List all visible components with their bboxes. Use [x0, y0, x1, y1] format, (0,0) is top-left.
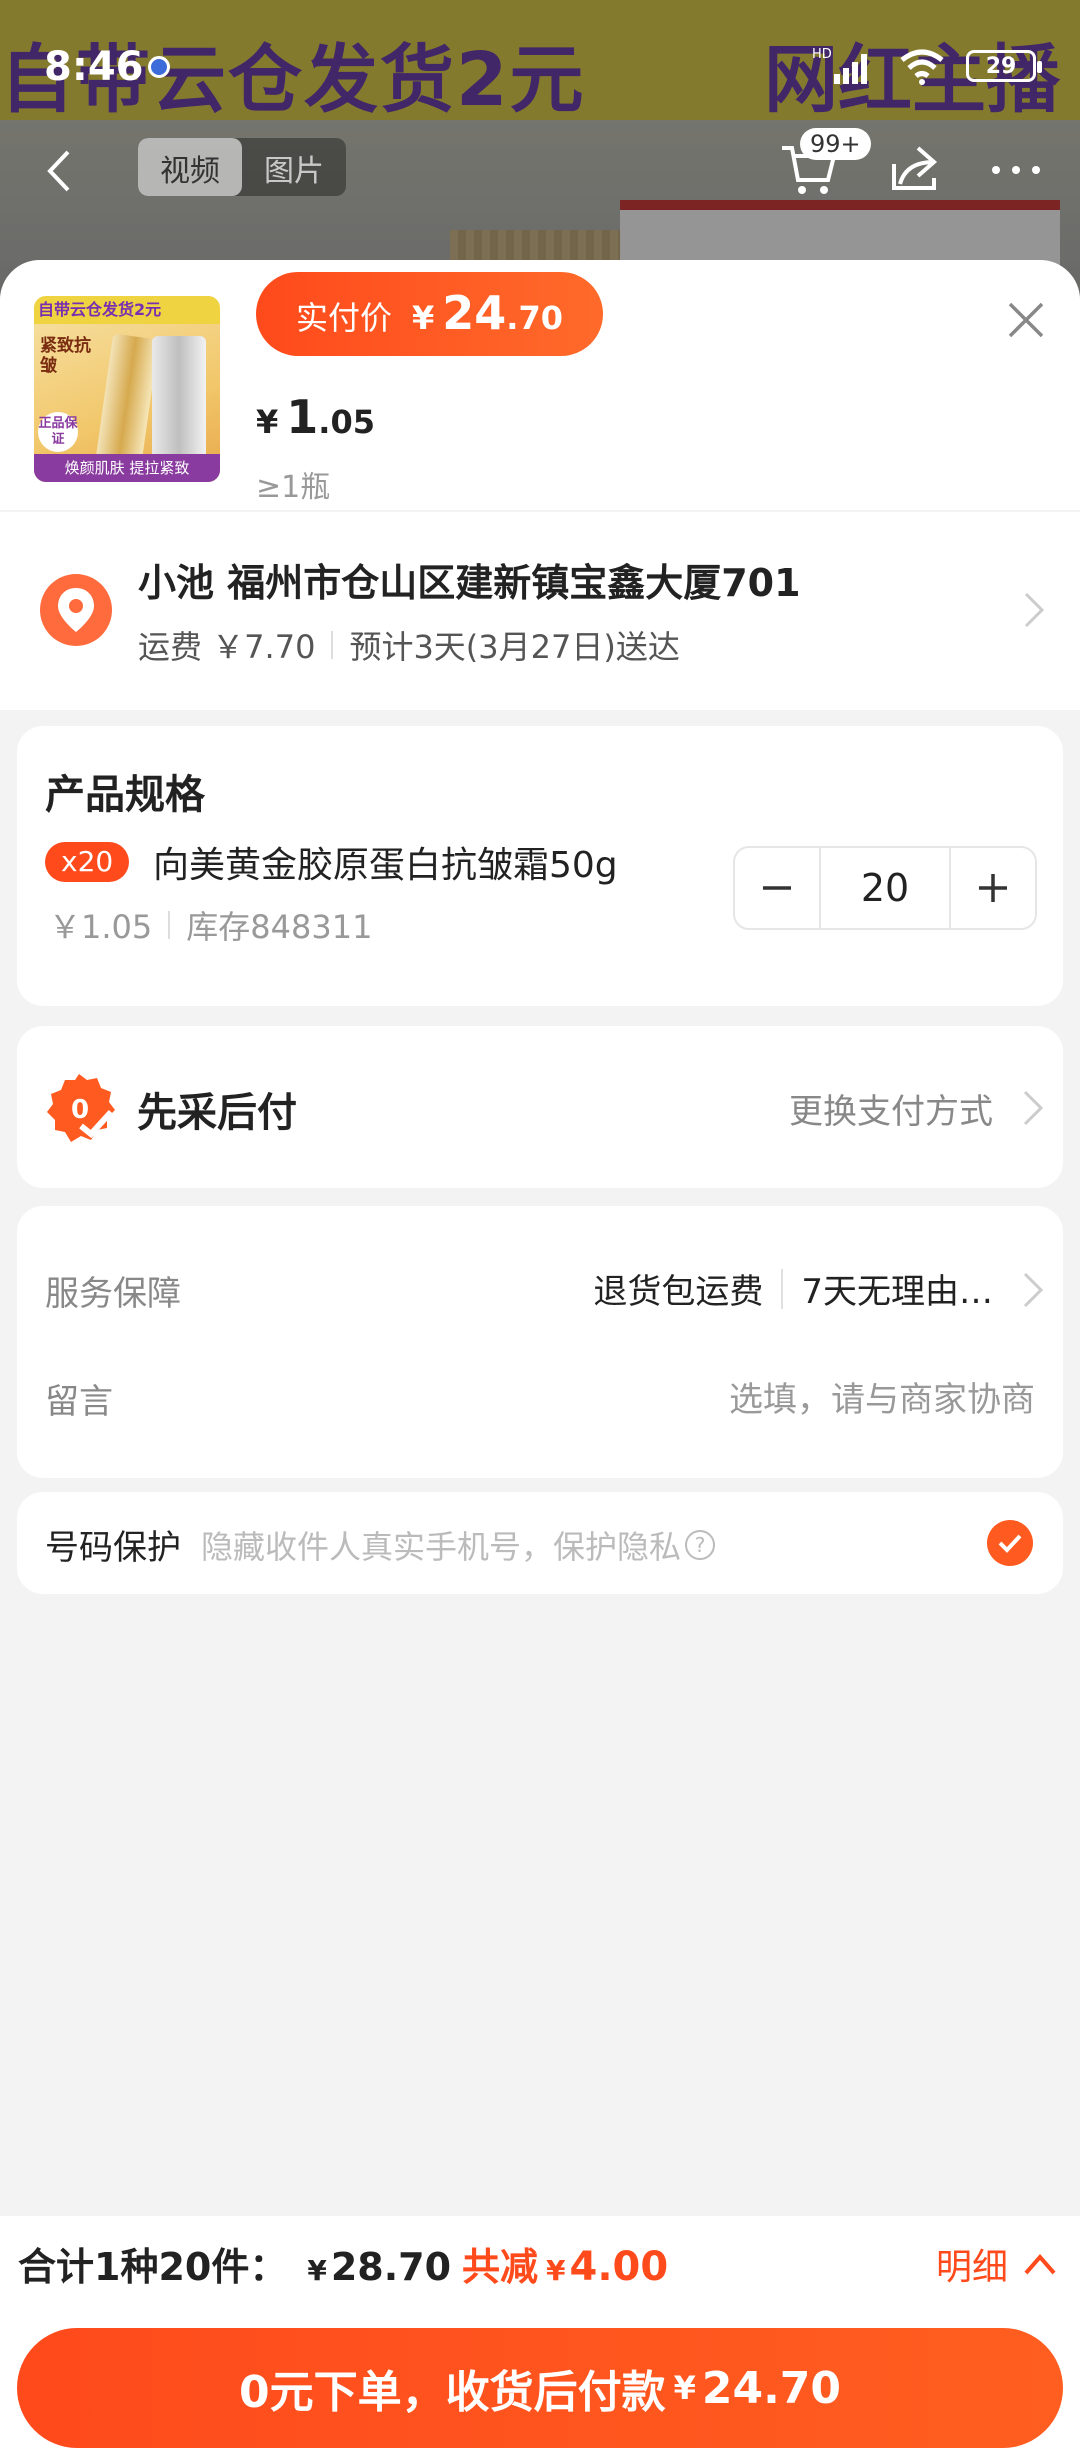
- actual-price-symbol: ¥: [412, 299, 435, 337]
- more-icon[interactable]: [988, 150, 1044, 190]
- actual-price-label: 实付价: [296, 299, 393, 337]
- payment-title: 先采后付: [137, 1090, 297, 1136]
- spec-name: 向美黄金胶原蛋白抗皱霜50g: [153, 845, 618, 886]
- status-time: 8:46: [44, 44, 144, 90]
- chevron-up-icon: [1024, 2253, 1056, 2275]
- address-row[interactable]: 小池 福州市仓山区建新镇宝鑫大厦701 运费 ￥7.70 预计3天(3月27日)…: [0, 510, 1080, 710]
- signal-icon: HD: [812, 47, 867, 84]
- detail-label: 明细: [935, 2247, 1008, 2288]
- min-quantity: ≥1瓶: [256, 470, 331, 505]
- unit-price-int: 1: [286, 390, 319, 444]
- privacy-card: 号码保护 隐藏收件人真实手机号，保护隐私 ?: [17, 1492, 1063, 1594]
- tab-images[interactable]: 图片: [242, 138, 346, 196]
- actual-price-int: 24: [442, 286, 507, 340]
- total-label: 合计1种20件：: [18, 2245, 288, 2289]
- spec-stock: 库存848311: [186, 908, 373, 946]
- pay-later-icon: 0: [47, 1074, 115, 1142]
- detail-toggle[interactable]: 明细: [936, 2238, 1060, 2290]
- service-label: 服务保障: [45, 1274, 181, 1314]
- payment-card[interactable]: 0 先采后付 更换支付方式: [17, 1026, 1063, 1188]
- chevron-right-icon: [1023, 1272, 1044, 1308]
- cart-badge: 99+: [800, 128, 871, 160]
- unit-price: ¥ 1 .05: [256, 390, 375, 444]
- total-amount: 28.70: [330, 2245, 452, 2289]
- service-tags[interactable]: 退货包运费 7天无理由…: [593, 1264, 993, 1313]
- service-card: 服务保障 退货包运费 7天无理由… 留言 选填，请与商家协商: [17, 1206, 1063, 1478]
- unit-price-dec: .05: [318, 403, 375, 441]
- change-payment-link[interactable]: 更换支付方式: [789, 1084, 993, 1133]
- notification-icon: [148, 56, 170, 78]
- message-input[interactable]: 选填，请与商家协商: [729, 1372, 1035, 1421]
- service-tag: 7天无理由…: [801, 1272, 993, 1312]
- cta-amount: 24.70: [701, 2362, 842, 2414]
- share-icon[interactable]: [888, 140, 942, 194]
- product-page-background: 自带云仓发货2元 网红主播 8:46 HD 29 视频 图片 99+: [0, 0, 1080, 300]
- address-sub: 运费 ￥7.70 预计3天(3月27日)送达: [138, 622, 680, 668]
- order-total: 合计1种20件： ¥ 28.70: [18, 2236, 451, 2291]
- thumb-label: 紧致抗皱: [40, 336, 91, 376]
- actual-price-pill: 实付价 ¥ 24 .70: [256, 272, 603, 356]
- product-nav: 视频 图片 99+: [0, 128, 1080, 208]
- address-line: 小池 福州市仓山区建新镇宝鑫大厦701: [138, 561, 801, 605]
- sheet-header: 自带云仓发货2元 紧致抗皱 正品保证 焕颜肌肤 提拉紧致 实付价 ¥ 24 .7…: [0, 260, 1080, 510]
- discount-total: 共减 ¥ 4.00: [462, 2236, 668, 2291]
- svg-text:0: 0: [71, 1095, 89, 1125]
- divider: [781, 1268, 784, 1309]
- thumb-banner: 自带云仓发货2元: [34, 296, 220, 324]
- media-tabs: 视频 图片: [138, 138, 346, 196]
- privacy-checkbox[interactable]: [987, 1520, 1033, 1566]
- minus-icon: [763, 886, 791, 890]
- status-bar: 8:46 HD 29: [0, 0, 1080, 130]
- divider: [331, 631, 334, 659]
- wifi-icon: [900, 49, 944, 85]
- back-arrow-icon[interactable]: [40, 146, 80, 196]
- delivery-estimate: 预计3天(3月27日)送达: [349, 628, 680, 666]
- quantity-stepper: 20: [733, 846, 1037, 930]
- thumb-footer: 焕颜肌肤 提拉紧致: [34, 454, 220, 482]
- chevron-right-icon: [1023, 1090, 1044, 1126]
- order-sheet: 自带云仓发货2元 紧致抗皱 正品保证 焕颜肌肤 提拉紧致 实付价 ¥ 24 .7…: [0, 260, 1080, 2460]
- spec-price: ￥1.05: [49, 908, 153, 946]
- cta-label: 0元下单，收货后付款: [238, 2367, 666, 2418]
- spec-title: 产品规格: [45, 772, 205, 818]
- reduce-amount: 4.00: [569, 2244, 669, 2290]
- checkout-bar: 合计1种20件： ¥ 28.70 共减 ¥ 4.00 明细 0元下单，收货后付款…: [0, 2216, 1080, 2460]
- message-label: 留言: [45, 1382, 113, 1422]
- spec-sub: ￥1.05 库存848311: [49, 902, 372, 948]
- place-order-button[interactable]: 0元下单，收货后付款 ¥ 24.70: [17, 2328, 1063, 2448]
- chevron-right-icon: [1024, 592, 1045, 628]
- total-symbol: ¥: [307, 2254, 327, 2287]
- check-icon: [998, 1534, 1022, 1553]
- reduce-label: 共减: [462, 2245, 539, 2289]
- unit-price-symbol: ¥: [256, 403, 279, 441]
- decrement-button[interactable]: [735, 848, 819, 928]
- battery-icon: 29: [966, 50, 1042, 82]
- divider: [168, 911, 171, 939]
- shipping-fee: 运费 ￥7.70: [138, 628, 316, 666]
- thumb-tube-silver: [152, 336, 206, 466]
- product-thumbnail[interactable]: 自带云仓发货2元 紧致抗皱 正品保证 焕颜肌肤 提拉紧致: [34, 296, 220, 482]
- actual-price-dec: .70: [506, 299, 563, 337]
- privacy-desc-text: 隐藏收件人真实手机号，保护隐私: [201, 1528, 682, 1566]
- reduce-symbol: ¥: [546, 2254, 566, 2287]
- service-tag: 退货包运费: [593, 1272, 764, 1312]
- cta-symbol: ¥: [673, 2369, 696, 2407]
- close-icon[interactable]: [1006, 300, 1046, 340]
- svg-text:HD: HD: [812, 47, 832, 62]
- tab-video[interactable]: 视频: [138, 138, 242, 196]
- help-icon[interactable]: ?: [685, 1530, 716, 1560]
- thumb-seal: 正品保证: [38, 412, 78, 452]
- spec-card: 产品规格 x20 向美黄金胶原蛋白抗皱霜50g ￥1.05 库存848311 2…: [17, 726, 1063, 1006]
- location-icon: [40, 574, 112, 646]
- privacy-desc: 隐藏收件人真实手机号，保护隐私 ?: [201, 1522, 716, 1568]
- quantity-value[interactable]: 20: [819, 848, 951, 928]
- plus-icon: [979, 874, 1007, 902]
- privacy-label: 号码保护: [45, 1528, 181, 1568]
- quantity-tag: x20: [45, 842, 130, 882]
- battery-level: 29: [985, 53, 1017, 79]
- increment-button[interactable]: [951, 848, 1035, 928]
